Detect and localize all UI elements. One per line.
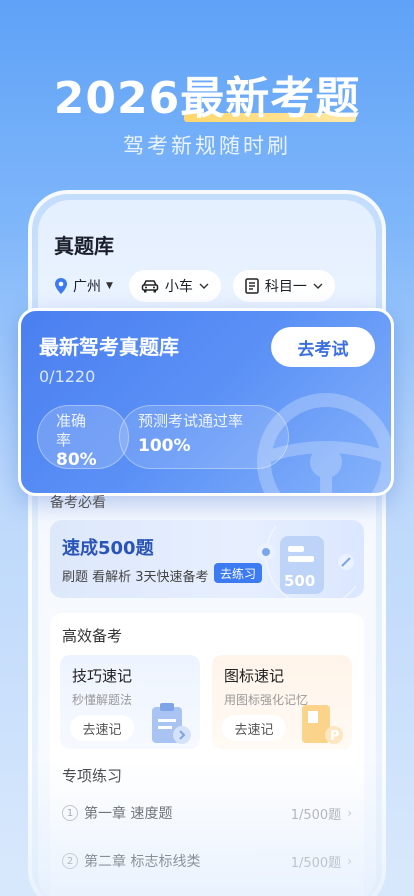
efficient-prep-panel: 高效备考 技巧速记 秒懂解题法 去速记 图标速记 用图标强化记忆 去速记 P 专… (50, 613, 364, 896)
speed-500-card[interactable]: 500 速成500题 刷题 看解析 3天快速备考 去练习 (50, 520, 364, 598)
special-practice-title: 专项练习 (62, 767, 123, 785)
accuracy-stat: 准确率 80% (37, 405, 129, 470)
page-title: 真题库 (54, 234, 114, 258)
hero-year: 2026 (53, 73, 181, 124)
car-icon (141, 280, 159, 293)
hero-title: 2026最新考题 (0, 62, 414, 126)
parking-sign-icon: P (302, 705, 343, 744)
book-icon (245, 278, 259, 294)
exam-bank-progress: 0/1220 (39, 367, 96, 386)
pass-rate-label: 预测考试通过率 (138, 412, 244, 430)
section-label-must-see: 备考必看 (50, 495, 106, 511)
chapter-count: 1/500题 (290, 855, 342, 871)
pass-rate-value: 100% (138, 436, 191, 456)
chapter-row[interactable]: 2 第二章 标志标线类 1/500题 › (62, 846, 352, 876)
sign-memo-subtitle: 用图标强化记忆 (224, 693, 309, 707)
chevron-down-icon (313, 283, 323, 289)
sign-memo-tile[interactable]: 图标速记 用图标强化记忆 去速记 P (212, 655, 352, 749)
sign-memo-title: 图标速记 (224, 667, 285, 685)
chapter-name: 第一章 速度题 (84, 806, 173, 822)
hero-subtitle: 驾考新规随时刷 (123, 134, 291, 158)
start-exam-button[interactable]: 去考试 (271, 327, 375, 367)
accuracy-value: 80% (56, 450, 97, 470)
chevron-right-icon: › (347, 854, 352, 868)
speed-art-number: 500 (284, 572, 315, 590)
chapter-count: 1/500题 (290, 807, 342, 823)
chapter-row[interactable]: 1 第一章 速度题 1/500题 › (62, 798, 352, 828)
go-practice-button[interactable]: 去练习 (214, 563, 263, 583)
tips-memo-button[interactable]: 去速记 (70, 715, 134, 741)
subject-label: 科目一 (264, 279, 307, 295)
svg-text:P: P (330, 729, 340, 744)
hero-highlight-text: 最新考题 (180, 73, 361, 124)
tips-memo-title: 技巧速记 (72, 667, 133, 685)
exam-bank-title: 最新驾考真题库 (39, 335, 179, 359)
city-label: 广州 (73, 279, 101, 295)
speed-500-title: 速成500题 (62, 538, 154, 559)
sign-memo-button[interactable]: 去速记 (222, 715, 286, 741)
pass-rate-stat: 预测考试通过率 100% (119, 405, 289, 469)
chapter-number: 2 (62, 853, 78, 869)
city-selector[interactable]: 广州 ▼ (50, 270, 117, 302)
chapter-number: 1 (62, 805, 78, 821)
chevron-down-icon (199, 283, 209, 289)
speed-500-desc: 刷题 看解析 3天快速备考 (62, 570, 209, 585)
efficient-prep-title: 高效备考 (62, 627, 123, 645)
clipboard-icon (152, 703, 191, 744)
subject-selector[interactable]: 科目一 (232, 270, 335, 302)
tips-memo-subtitle: 秒懂解题法 (72, 693, 133, 707)
accuracy-label: 准确率 (56, 412, 87, 449)
chevron-right-icon: › (347, 806, 352, 820)
question-sheet-icon: 500 (257, 526, 356, 598)
filter-bar: 广州 ▼ 小车 科目一 (50, 270, 335, 302)
exam-bank-card[interactable]: 最新驾考真题库 0/1220 去考试 预测考试通过率 100% 准确率 80% (18, 308, 394, 496)
chapter-name: 第二章 标志标线类 (84, 854, 201, 870)
hero-highlight: 最新考题 (180, 62, 360, 126)
vehicle-selector[interactable]: 小车 (128, 270, 221, 302)
vehicle-label: 小车 (164, 279, 193, 295)
location-pin-icon (55, 278, 67, 294)
tips-memo-tile[interactable]: 技巧速记 秒懂解题法 去速记 (60, 655, 200, 749)
caret-down-icon: ▼ (106, 281, 113, 291)
